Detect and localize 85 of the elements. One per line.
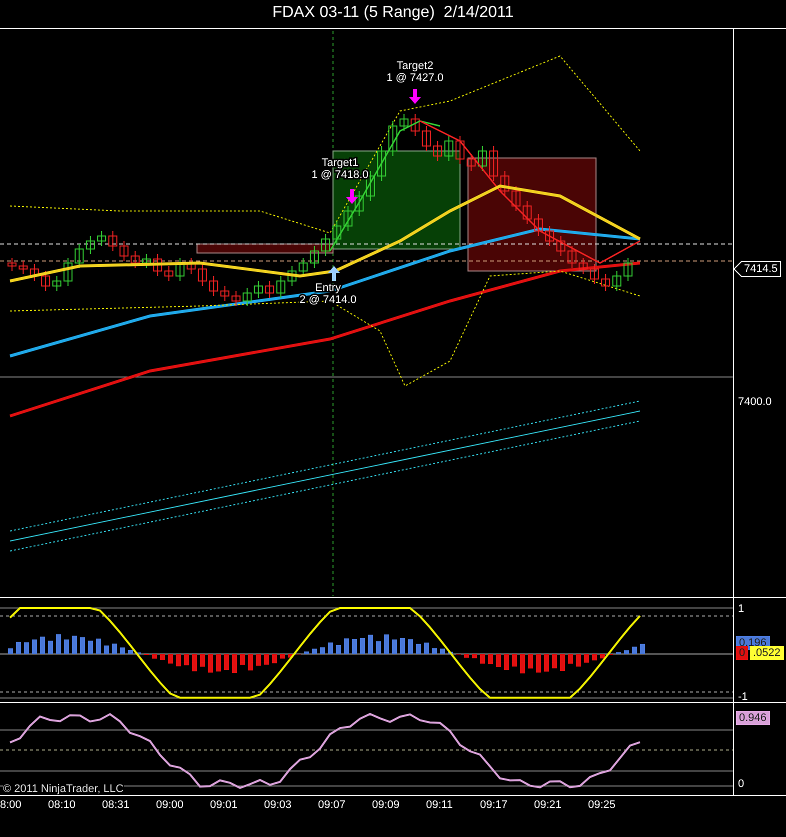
- candlestick: [254, 280, 263, 298]
- candlestick: [590, 264, 599, 284]
- candlestick: [265, 280, 274, 298]
- candlestick: [500, 170, 510, 196]
- candlestick: [130, 250, 140, 268]
- time-label: 08:31: [102, 799, 130, 811]
- candlestick: [601, 274, 610, 292]
- candlestick: [624, 258, 632, 282]
- time-label: 8:00: [0, 799, 22, 811]
- axis-tick-label: 1: [737, 602, 744, 616]
- copyright-text: © 2011 NinjaTrader, LLC: [3, 783, 124, 795]
- candlestick: [478, 146, 487, 172]
- candlestick: [612, 270, 622, 292]
- trade-label: Target2: [396, 60, 434, 72]
- time-label: 09:07: [318, 799, 346, 811]
- trade-detail: 1 @ 7427.0: [386, 72, 444, 84]
- candlestick: [298, 258, 308, 276]
- candlestick: [176, 258, 184, 282]
- candlestick: [556, 236, 566, 256]
- candlestick: [198, 264, 207, 286]
- candlestick: [86, 236, 95, 254]
- candlestick: [433, 140, 442, 162]
- candlestick: [321, 234, 330, 256]
- time-label: 09:25: [588, 799, 616, 811]
- candlestick: [8, 258, 16, 272]
- value-flag: .0522: [750, 646, 784, 660]
- candlestick: [30, 264, 39, 282]
- up-arrow-icon: [328, 266, 340, 281]
- candlestick: [186, 258, 196, 274]
- candlestick: [466, 154, 476, 172]
- candlestick: [456, 136, 464, 164]
- time-label: 09:09: [372, 799, 400, 811]
- candlestick: [354, 190, 364, 216]
- time-label: 08:10: [48, 799, 76, 811]
- candlestick: [444, 136, 454, 162]
- candlestick: [310, 246, 319, 268]
- candlestick: [74, 244, 84, 268]
- candlestick: [209, 276, 218, 296]
- candlestick: [422, 126, 431, 152]
- down-arrow-icon: [346, 189, 358, 204]
- candlestick: [400, 114, 408, 132]
- down-arrow-icon: [409, 89, 421, 104]
- candlestick: [276, 276, 286, 298]
- trade-detail: 1 @ 7418.0: [311, 169, 369, 181]
- price-tick-label: 7400.0: [737, 395, 772, 409]
- candlestick: [41, 270, 50, 292]
- candlestick: [164, 266, 174, 282]
- trade-label: Target1: [322, 157, 358, 169]
- candlestick: [344, 206, 352, 232]
- candlestick: [120, 240, 128, 262]
- candlestick: [142, 254, 151, 268]
- axis-tick-label: 0: [737, 777, 744, 791]
- time-label: 09:00: [156, 799, 184, 811]
- candlestick: [97, 230, 106, 246]
- candlestick: [288, 266, 296, 286]
- candlestick: [489, 146, 498, 182]
- time-label: 09:21: [534, 799, 562, 811]
- candlestick: [568, 246, 576, 268]
- candlestick: [64, 258, 72, 286]
- price-flag: 7414.5: [734, 261, 781, 277]
- candlestick: [18, 260, 28, 274]
- trade-detail: 2 @ 7414.0: [299, 294, 357, 306]
- candlestick: [242, 288, 252, 306]
- value-flag: 0.946: [736, 711, 770, 725]
- candlestick: [232, 290, 240, 306]
- time-label: 09:11: [426, 799, 453, 811]
- candlestick: [220, 286, 230, 302]
- candlestick: [388, 120, 398, 156]
- value-flag: 0: [736, 646, 748, 660]
- candlestick: [108, 230, 118, 252]
- candlestick: [522, 200, 532, 224]
- candlestick: [410, 114, 420, 136]
- chart-title: FDAX 03-11 (5 Range) 2/14/2011: [271, 3, 515, 23]
- candlestick: [153, 254, 162, 276]
- candlestick: [52, 276, 62, 292]
- candlestick: [377, 146, 386, 182]
- candlestick: [578, 258, 588, 274]
- candlestick: [512, 186, 520, 212]
- axis-tick-label: -1: [737, 690, 748, 704]
- time-label: 09:03: [264, 799, 292, 811]
- time-label: 09:01: [210, 799, 238, 811]
- candlestick: [545, 226, 554, 246]
- candlestick: [332, 220, 342, 244]
- candlestick: [534, 214, 543, 236]
- time-label: 09:17: [480, 799, 508, 811]
